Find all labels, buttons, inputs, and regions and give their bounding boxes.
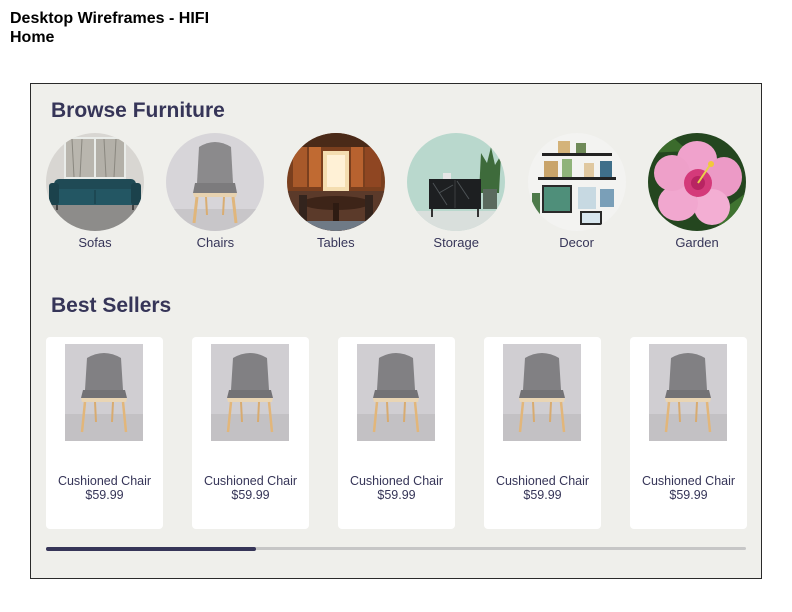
category-label: Chairs <box>196 235 235 250</box>
product-name: Cushioned Chair <box>495 474 590 488</box>
category-label: Decor <box>559 235 594 250</box>
product-price: $59.99 <box>669 488 708 502</box>
product-card[interactable]: Cushioned Chair $59.99 <box>192 337 309 529</box>
sofa-photo-icon[interactable] <box>46 133 144 231</box>
chair-photo-icon[interactable] <box>166 133 265 231</box>
category-list: Sofas Chairs Tables Storage Decor Garden <box>46 133 746 253</box>
product-card[interactable]: Cushioned Chair $59.99 <box>630 337 747 529</box>
dining-room-photo-icon[interactable] <box>286 133 385 231</box>
product-name: Cushioned Chair <box>57 474 152 488</box>
category-label: Garden <box>675 235 719 250</box>
cabinet-photo-icon[interactable] <box>407 133 506 231</box>
chair-product-image[interactable] <box>649 344 727 441</box>
category-label: Storage <box>433 235 479 250</box>
category-decor[interactable]: Decor <box>527 133 626 250</box>
chair-product-image[interactable] <box>357 344 435 441</box>
product-price: $59.99 <box>523 488 562 502</box>
document-title-line2: Home <box>10 29 55 46</box>
product-card[interactable]: Cushioned Chair $59.99 <box>46 337 163 529</box>
product-card[interactable]: Cushioned Chair $59.99 <box>484 337 601 529</box>
chair-product-image[interactable] <box>503 344 581 441</box>
chair-product-image[interactable] <box>211 344 289 441</box>
category-tables[interactable]: Tables <box>286 133 385 250</box>
category-label: Tables <box>317 235 355 250</box>
category-label: Sofas <box>78 235 112 250</box>
hibiscus-flower-photo-icon[interactable] <box>648 133 746 231</box>
category-garden[interactable]: Garden <box>648 133 746 250</box>
category-storage[interactable]: Storage <box>407 133 506 250</box>
category-chairs[interactable]: Chairs <box>166 133 265 250</box>
document-title: Desktop Wireframes - HIFI Home <box>10 9 209 47</box>
best-sellers-carousel: Cushioned Chair $59.99 Cushioned Chair $ <box>46 337 748 529</box>
home-page-frame: Browse Furniture Sofas Chairs Tables Sto… <box>30 83 762 579</box>
document-title-line1: Desktop Wireframes - HIFI <box>10 10 210 27</box>
product-price: $59.99 <box>377 488 416 502</box>
product-price: $59.99 <box>85 488 124 502</box>
browse-furniture-heading: Browse Furniture <box>51 99 225 122</box>
carousel-scrollbar-thumb[interactable] <box>46 546 256 551</box>
wall-decor-photo-icon[interactable] <box>527 133 626 231</box>
product-price: $59.99 <box>231 488 270 502</box>
carousel-scrollbar-track[interactable] <box>46 546 746 551</box>
product-name: Cushioned Chair <box>349 474 444 488</box>
best-sellers-heading: Best Sellers <box>51 294 172 317</box>
product-name: Cushioned Chair <box>641 474 736 488</box>
product-card[interactable]: Cushioned Chair $59.99 <box>338 337 455 529</box>
category-sofas[interactable]: Sofas <box>46 133 144 250</box>
chair-product-image[interactable] <box>65 344 143 441</box>
product-name: Cushioned Chair <box>203 474 298 488</box>
